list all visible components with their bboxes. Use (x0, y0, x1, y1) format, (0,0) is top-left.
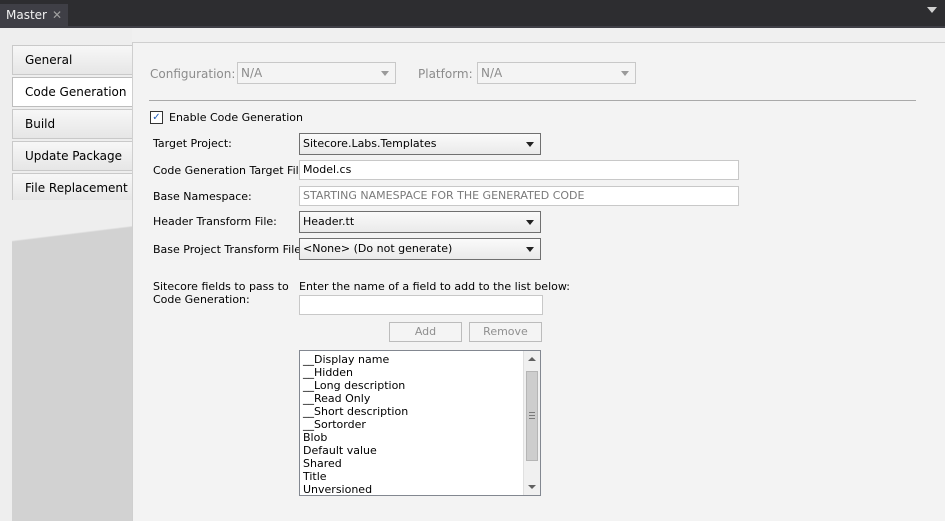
tab-label: File Replacement (25, 181, 128, 195)
list-item[interactable]: Title (303, 470, 523, 483)
grip-line (529, 412, 535, 413)
list-item[interactable]: __Long description (303, 379, 523, 392)
document-tab-strip: Master ✕ (0, 0, 945, 26)
target-file-input[interactable]: Model.cs (299, 160, 739, 180)
tab-label: Build (25, 117, 56, 131)
header-transform-label: Header Transform File: (153, 215, 277, 228)
add-button-label: Add (414, 325, 437, 338)
list-item[interactable]: __Sortorder (303, 418, 523, 431)
base-project-transform-value: <None> (Do not generate) (303, 242, 453, 255)
target-project-value: Sitecore.Labs.Templates (303, 137, 437, 150)
base-project-transform-dropdown[interactable]: <None> (Do not generate) (299, 238, 541, 260)
list-item[interactable]: __Display name (303, 353, 523, 366)
field-prompt: Enter the name of a field to add to the … (299, 280, 570, 293)
chevron-down-icon (526, 142, 534, 147)
tab-label: Update Package (25, 149, 123, 163)
platform-dropdown[interactable]: N/A (477, 62, 636, 84)
platform-value: N/A (481, 66, 503, 80)
sitecore-fields-label-line1: Sitecore fields to pass to (153, 280, 289, 293)
list-item[interactable]: __Read Only (303, 392, 523, 405)
tab-label: General (25, 53, 73, 67)
scroll-down-icon[interactable] (528, 485, 536, 489)
list-item[interactable]: Default value (303, 444, 523, 457)
document-tab-title: Master (6, 8, 47, 22)
list-item[interactable]: Blob (303, 431, 523, 444)
base-namespace-placeholder: STARTING NAMESPACE FOR THE GENERATED COD… (303, 189, 585, 202)
base-namespace-input[interactable]: STARTING NAMESPACE FOR THE GENERATED COD… (299, 186, 739, 206)
tab-label: Code Generation (25, 85, 127, 99)
add-button[interactable]: Add (389, 322, 462, 342)
header-transform-dropdown[interactable]: Header.tt (299, 211, 541, 233)
scroll-thumb[interactable] (526, 371, 538, 461)
field-name-input[interactable] (299, 295, 543, 315)
configuration-value: N/A (241, 66, 263, 80)
target-file-value: Model.cs (303, 163, 352, 176)
close-icon[interactable]: ✕ (52, 8, 62, 22)
enable-code-generation-checkbox[interactable]: ✓ (150, 111, 163, 124)
platform-label: Platform: (418, 67, 473, 81)
list-scrollbar[interactable] (523, 351, 540, 495)
side-tab-column: General Code Generation Build Update Pac… (0, 28, 132, 521)
sitecore-fields-label-line2: Code Generation: (153, 293, 250, 306)
tab-general[interactable]: General (12, 45, 132, 75)
list-item[interactable]: __Short description (303, 405, 523, 418)
separator (149, 100, 916, 101)
list-item[interactable]: __Hidden (303, 366, 523, 379)
remove-button[interactable]: Remove (469, 322, 542, 342)
grip-line (529, 415, 535, 416)
configuration-label: Configuration: (150, 67, 236, 81)
document-tab-master[interactable]: Master ✕ (0, 4, 68, 26)
tab-update-package[interactable]: Update Package (12, 141, 132, 171)
chevron-down-icon (526, 220, 534, 225)
target-project-label: Target Project: (153, 137, 232, 150)
tab-build[interactable]: Build (12, 109, 132, 139)
grip-line (529, 418, 535, 419)
field-list-items: __Display name __Hidden __Long descripti… (303, 353, 523, 496)
base-namespace-label: Base Namespace: (153, 190, 252, 203)
chevron-down-icon (621, 71, 629, 76)
field-listbox[interactable]: __Display name __Hidden __Long descripti… (299, 350, 541, 496)
remove-button-label: Remove (483, 325, 528, 338)
base-project-transform-label: Base Project Transform File: (153, 243, 305, 256)
scroll-up-icon[interactable] (528, 357, 536, 361)
header-transform-value: Header.tt (303, 215, 355, 228)
tab-column-tail (12, 200, 132, 521)
chevron-down-icon[interactable] (927, 7, 937, 13)
tab-code-generation[interactable]: Code Generation (12, 77, 132, 107)
configuration-dropdown[interactable]: N/A (237, 62, 396, 84)
target-file-label: Code Generation Target File: (153, 164, 310, 177)
tab-file-replacement[interactable]: File Replacement (12, 173, 132, 203)
chevron-down-icon (381, 71, 389, 76)
enable-code-generation-label: Enable Code Generation (169, 111, 303, 124)
list-item[interactable]: Shared (303, 457, 523, 470)
chevron-down-icon (526, 247, 534, 252)
list-item[interactable]: Unversioned (303, 483, 523, 496)
target-project-dropdown[interactable]: Sitecore.Labs.Templates (299, 133, 541, 155)
